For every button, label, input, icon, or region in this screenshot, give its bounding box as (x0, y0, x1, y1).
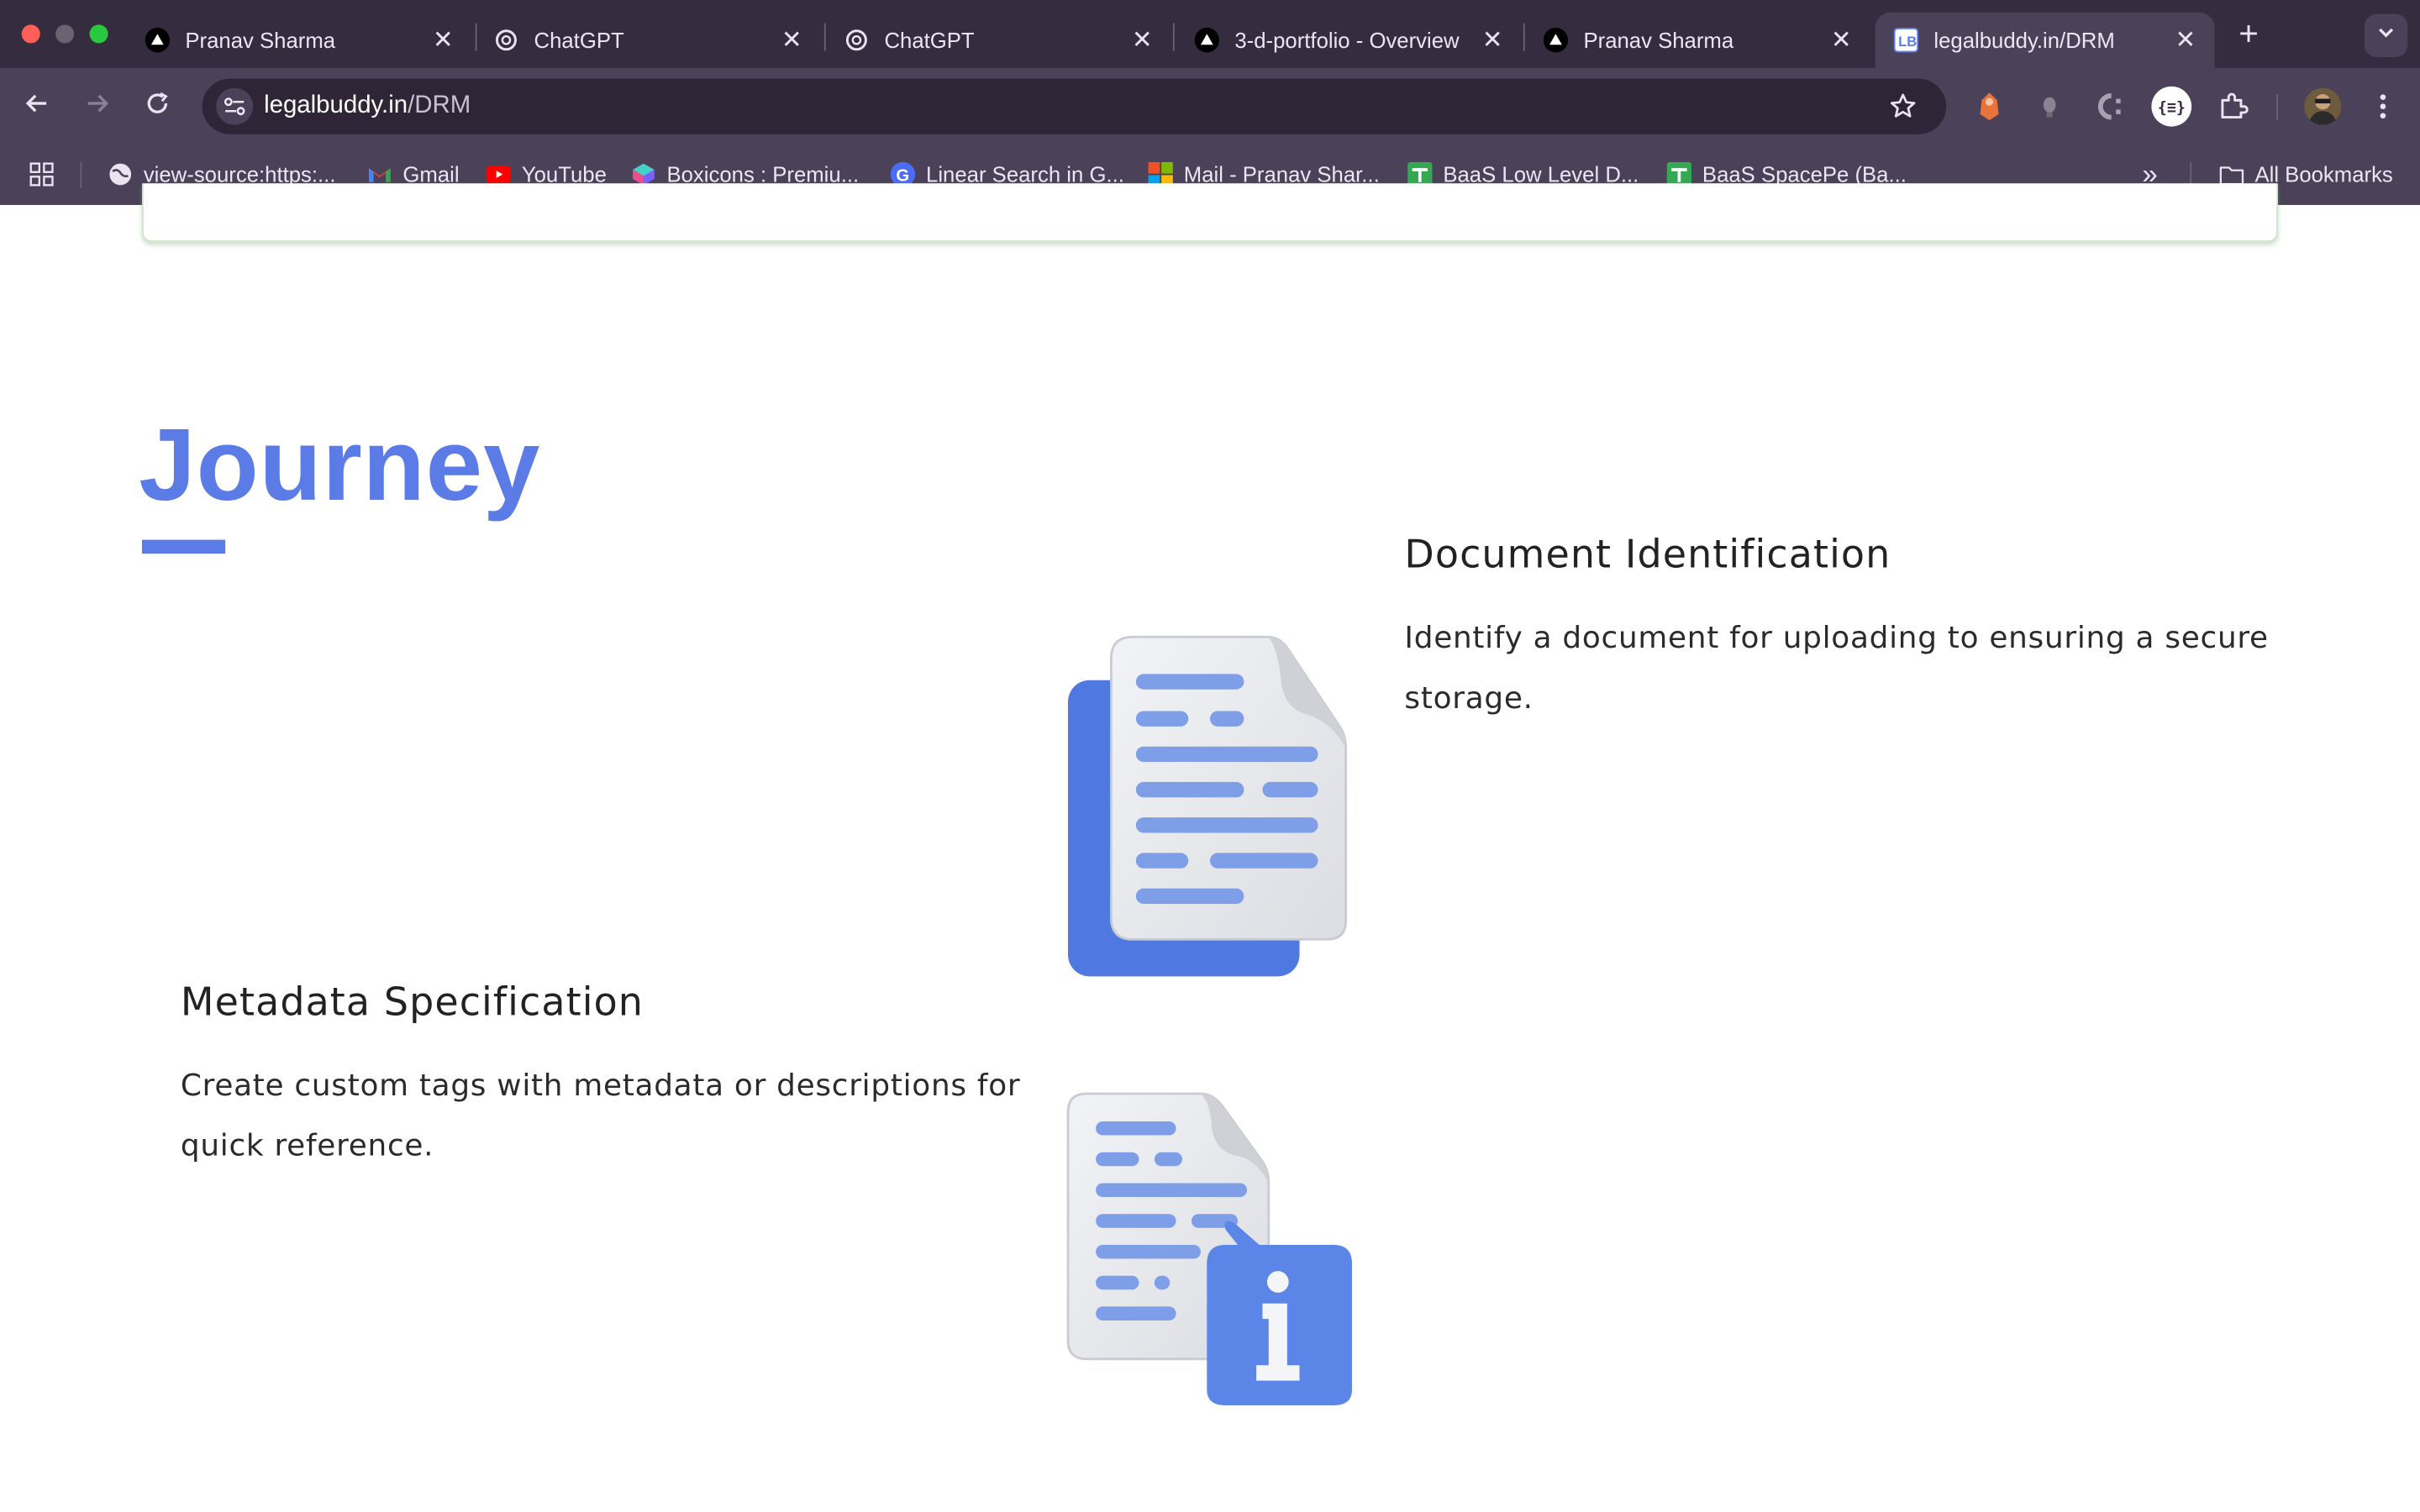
extension-fox-icon[interactable] (1972, 90, 2006, 123)
close-tab-icon[interactable]: ✕ (1128, 26, 1156, 54)
browser-window-chrome: Pranav Sharma ✕ ChatGPT ✕ ChatGPT ✕ 3-d-… (0, 0, 2420, 206)
apps-grid-button[interactable] (29, 159, 65, 190)
minimize-window-button[interactable] (55, 24, 75, 44)
tab-strip: Pranav Sharma ✕ ChatGPT ✕ ChatGPT ✕ 3-d-… (0, 0, 2420, 68)
close-window-button[interactable] (21, 24, 40, 44)
tab-search-button[interactable] (2364, 13, 2408, 57)
tab-title: ChatGPT (884, 28, 975, 53)
toolbar-divider (2276, 94, 2279, 121)
title-underline (141, 539, 226, 554)
close-tab-icon[interactable]: ✕ (1479, 26, 1507, 54)
legalbuddy-icon: LB (1893, 28, 1919, 53)
section-title: Journey (139, 407, 541, 522)
close-tab-icon[interactable]: ✕ (2171, 26, 2199, 54)
chevron-down-icon (2377, 22, 2396, 50)
tab-title: legalbuddy.in/DRM (1933, 28, 2115, 53)
browser-toolbar: legalbuddy.in/DRM {≡} (0, 67, 2420, 145)
extension-bulb-icon[interactable] (2033, 90, 2066, 123)
openai-icon (494, 28, 518, 52)
tab-legalbuddy-drm[interactable]: LB legalbuddy.in/DRM ✕ (1875, 12, 2215, 68)
site-settings-icon[interactable] (216, 87, 254, 125)
arrow-left-icon (24, 89, 51, 124)
new-tab-button[interactable]: + (2232, 14, 2265, 53)
maximize-window-button[interactable] (89, 24, 108, 44)
back-button[interactable] (18, 88, 55, 125)
document-stack-icon (1065, 634, 1349, 988)
page-content: Journey Document Identification Identify… (0, 183, 2420, 1512)
menu-kebab-icon[interactable] (2366, 90, 2400, 123)
address-bar[interactable]: legalbuddy.in/DRM (202, 78, 1947, 134)
extensions-puzzle-icon[interactable] (2217, 90, 2250, 123)
svg-text:{≡}: {≡} (2158, 99, 2186, 117)
url-path: /DRM (408, 92, 471, 119)
tab-pranav-sharma-2[interactable]: Pranav Sharma ✕ (1525, 13, 1870, 68)
svg-text:LB: LB (1898, 34, 1917, 50)
document-info-icon (1065, 1091, 1358, 1417)
close-tab-icon[interactable]: ✕ (778, 26, 806, 54)
apps-grid-icon (29, 162, 54, 186)
vercel-icon (1194, 28, 1220, 53)
url-host: legalbuddy.in (264, 92, 408, 119)
profile-avatar[interactable] (2304, 87, 2342, 125)
extension-json-icon[interactable]: {≡} (2151, 86, 2192, 127)
tab-chatgpt-1[interactable]: ChatGPT ✕ (476, 13, 821, 68)
tab-chatgpt-2[interactable]: ChatGPT ✕ (826, 13, 1171, 68)
bookmarks-divider (80, 161, 82, 189)
bookmark-star-icon[interactable] (1887, 91, 1918, 122)
reload-button[interactable] (139, 88, 176, 125)
step-1-description: Identify a document for uploading to ens… (1404, 620, 2269, 717)
tab-3d-portfolio[interactable]: 3-d-portfolio - Overview ✕ (1176, 13, 1522, 68)
tab-title: 3-d-portfolio - Overview (1234, 28, 1460, 53)
tab-pranav-sharma-1[interactable]: Pranav Sharma ✕ (127, 13, 472, 68)
vercel-icon (145, 28, 171, 53)
close-tab-icon[interactable]: ✕ (429, 26, 457, 54)
arrow-right-icon (83, 89, 111, 124)
step-2-title: Metadata Specification (180, 979, 644, 1025)
tab-title: Pranav Sharma (185, 28, 336, 53)
tab-divider (1172, 23, 1175, 51)
svg-text:G: G (896, 166, 909, 185)
reload-icon (144, 89, 171, 124)
openai-icon (844, 28, 869, 52)
step-2-description: Create custom tags with metadata or desc… (180, 1068, 1021, 1163)
extension-c-icon[interactable] (2093, 90, 2127, 123)
tab-title: ChatGPT (534, 28, 624, 53)
vercel-icon (1543, 28, 1569, 53)
forward-button[interactable] (79, 88, 116, 125)
step-1-title: Document Identification (1404, 532, 1891, 577)
url-text: legalbuddy.in/DRM (264, 92, 471, 120)
close-tab-icon[interactable]: ✕ (1828, 26, 1855, 54)
previous-section-card (141, 183, 2279, 243)
tab-title: Pranav Sharma (1583, 28, 1734, 53)
globe-icon (108, 162, 133, 186)
